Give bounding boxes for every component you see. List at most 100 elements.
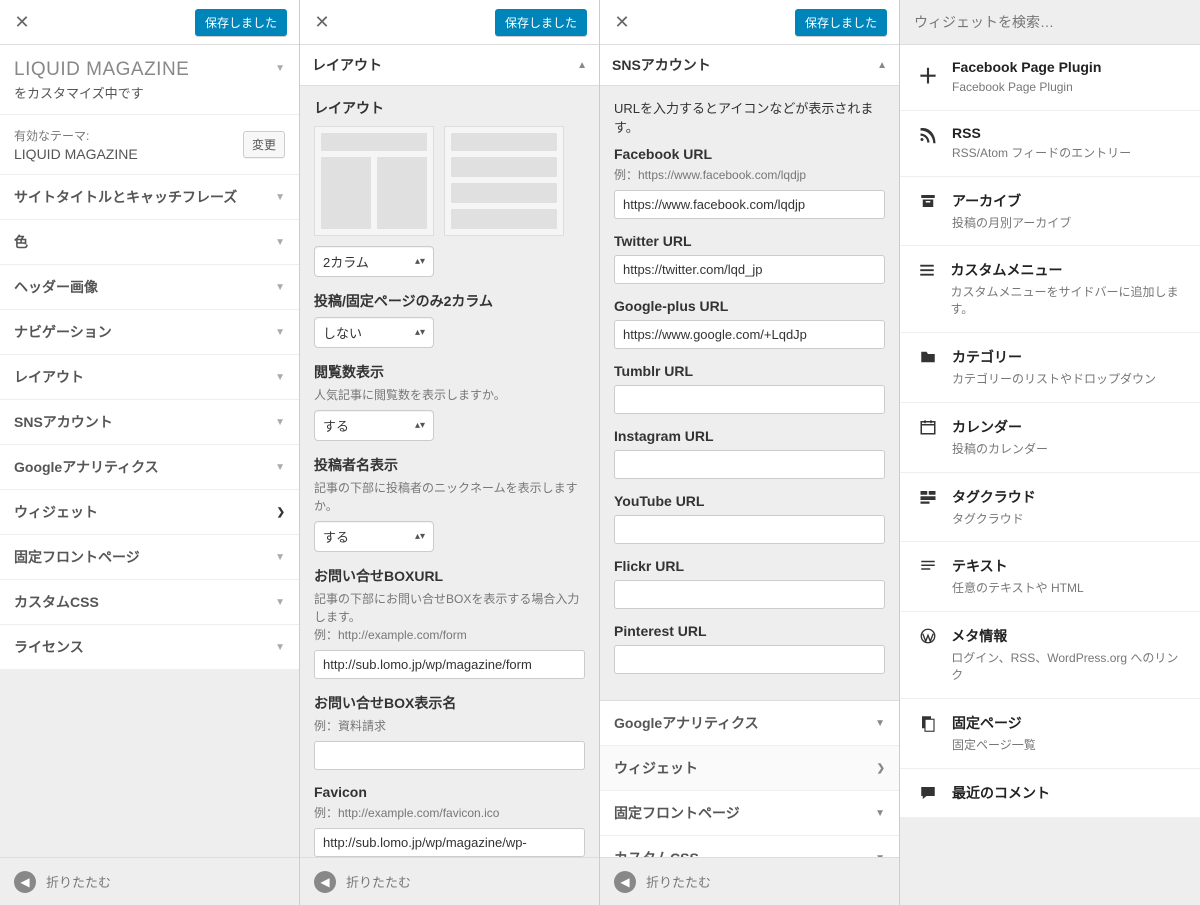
chevron-down-icon: ▼: [275, 417, 285, 428]
sidebar-item[interactable]: SNSアカウント ▼: [0, 400, 299, 445]
widget-item[interactable]: ＋ Facebook Page PluginFacebook Page Plug…: [900, 45, 1200, 111]
close-icon[interactable]: ✕: [12, 12, 32, 32]
widget-item[interactable]: メタ情報ログイン、RSS、WordPress.org へのリンク: [900, 612, 1200, 699]
collapse-icon: ◀: [314, 871, 336, 893]
views-desc: 人気記事に閲覧数を表示しますか。: [314, 386, 585, 404]
close-icon[interactable]: ✕: [312, 12, 332, 32]
＋-icon: ＋: [918, 59, 938, 96]
yt-input[interactable]: [614, 515, 885, 544]
contact-name-label: お問い合せBOX表示名: [314, 693, 585, 713]
widget-desc: タグクラウド: [952, 511, 1036, 528]
section-item-label: 固定フロントページ: [614, 803, 740, 823]
favicon-input[interactable]: [314, 828, 585, 857]
section-header-layout[interactable]: レイアウト ▲: [300, 45, 599, 86]
author-desc: 記事の下部に投稿者のニックネームを表示しますか。: [314, 479, 585, 515]
chevron-down-icon: ▼: [275, 192, 285, 203]
post-2col-select[interactable]: しない▴▾: [314, 317, 434, 348]
widget-title: メタ情報: [951, 626, 1182, 646]
active-theme-block: 有効なテーマ: LIQUID MAGAZINE 変更: [0, 115, 299, 175]
widget-title: カスタムメニュー: [950, 260, 1182, 280]
gp-input[interactable]: [614, 320, 885, 349]
widget-item[interactable]: カテゴリーカテゴリーのリストやドロップダウン: [900, 333, 1200, 403]
contact-name-desc: 例：資料請求: [314, 717, 585, 735]
collapse-icon: ◀: [14, 871, 36, 893]
section-item[interactable]: Googleアナリティクス▼: [600, 701, 899, 746]
author-select[interactable]: する▴▾: [314, 521, 434, 552]
sidebar-item[interactable]: Googleアナリティクス▼: [0, 445, 299, 490]
sidebar-item[interactable]: ナビゲーション▼: [0, 310, 299, 355]
widget-item[interactable]: アーカイブ投稿の月別アーカイブ: [900, 177, 1200, 247]
views-label: 閲覧数表示: [314, 362, 585, 382]
sidebar-item[interactable]: ライセンス▼: [0, 625, 299, 670]
widget-item[interactable]: テキスト任意のテキストや HTML: [900, 542, 1200, 612]
collapse-label: 折りたたむ: [46, 872, 111, 891]
contact-name-input[interactable]: [314, 741, 585, 770]
sidebar-item[interactable]: 色▼: [0, 220, 299, 265]
section-item[interactable]: カスタムCSS▼: [600, 836, 899, 857]
sidebar-item[interactable]: ヘッダー画像▼: [0, 265, 299, 310]
ig-input[interactable]: [614, 450, 885, 479]
widget-item[interactable]: タグクラウドタグクラウド: [900, 473, 1200, 543]
active-theme-name: LIQUID MAGAZINE: [14, 146, 138, 162]
rss-icon: [918, 125, 938, 162]
widget-desc: 任意のテキストや HTML: [952, 580, 1084, 597]
collapse-footer[interactable]: ◀ 折りたたむ: [300, 857, 599, 905]
tw-input[interactable]: [614, 255, 885, 284]
pi-input[interactable]: [614, 645, 885, 674]
views-select[interactable]: する▴▾: [314, 410, 434, 441]
column-select[interactable]: 2カラム▴▾: [314, 246, 434, 277]
sidebar-item[interactable]: 固定フロントページ▼: [0, 535, 299, 580]
widget-desc: カテゴリーのリストやドロップダウン: [952, 371, 1156, 388]
chevron-up-icon: ▲: [877, 60, 887, 71]
layout-thumb-1col[interactable]: [444, 126, 564, 236]
widget-title: アーカイブ: [952, 191, 1071, 211]
fb-desc: 例：https://www.facebook.com/lqdjp: [614, 166, 885, 184]
section-item[interactable]: 固定フロントページ ▼: [600, 791, 899, 836]
contact-url-input[interactable]: [314, 650, 585, 679]
layout-label: レイアウト: [314, 98, 585, 118]
saved-button[interactable]: 保存しました: [195, 9, 287, 36]
fl-input[interactable]: [614, 580, 885, 609]
widget-item[interactable]: 最近のコメント: [900, 769, 1200, 818]
widget-item[interactable]: カスタムメニューカスタムメニューをサイドバーに追加します。: [900, 246, 1200, 333]
fb-input[interactable]: [614, 190, 885, 219]
collapse-label: 折りたたむ: [646, 872, 711, 891]
collapse-footer[interactable]: ◀ 折りたたむ: [600, 857, 899, 905]
sidebar-item-label: SNSアカウント: [14, 412, 113, 432]
chevron-down-icon: ▼: [875, 808, 885, 819]
sidebar-item[interactable]: ウィジェット❯: [0, 490, 299, 535]
chevron-down-icon: ▼: [275, 462, 285, 473]
tm-label: Tumblr URL: [614, 363, 885, 379]
widget-desc: 投稿のカレンダー: [952, 441, 1048, 458]
widget-item[interactable]: RSSRSS/Atom フィードのエントリー: [900, 111, 1200, 177]
chevron-down-icon: ▼: [275, 237, 285, 248]
section-item[interactable]: ウィジェット❯: [600, 746, 899, 791]
saved-button[interactable]: 保存しました: [495, 9, 587, 36]
section-header-sns[interactable]: SNSアカウント ▲: [600, 45, 899, 86]
widget-library-panel: ＋ Facebook Page PluginFacebook Page Plug…: [900, 0, 1200, 905]
widget-item[interactable]: 固定ページ固定ページ一覧: [900, 699, 1200, 769]
tm-input[interactable]: [614, 385, 885, 414]
widget-desc: ログイン、RSS、WordPress.org へのリンク: [951, 650, 1182, 684]
sidebar-item[interactable]: レイアウト▼: [0, 355, 299, 400]
saved-button[interactable]: 保存しました: [795, 9, 887, 36]
chevron-down-icon: ▼: [275, 552, 285, 563]
widget-desc: RSS/Atom フィードのエントリー: [952, 145, 1131, 162]
widget-search-input[interactable]: [914, 8, 1186, 36]
close-icon[interactable]: ✕: [612, 12, 632, 32]
widget-title: Facebook Page Plugin: [952, 59, 1101, 75]
sidebar-item[interactable]: カスタムCSS▼: [0, 580, 299, 625]
collapse-label: 折りたたむ: [346, 872, 411, 891]
collapse-footer[interactable]: ◀ 折りたたむ: [0, 857, 299, 905]
change-theme-button[interactable]: 変更: [243, 131, 285, 158]
wp-icon: [918, 626, 937, 684]
favicon-desc: 例：http://example.com/favicon.ico: [314, 804, 585, 822]
customizer-panel-main: ✕ 保存しました LIQUID MAGAZINE をカスタマイズ中です ▼ 有効…: [0, 0, 300, 905]
layout-thumb-2col[interactable]: [314, 126, 434, 236]
author-label: 投稿者名表示: [314, 455, 585, 475]
widget-item[interactable]: カレンダー投稿のカレンダー: [900, 403, 1200, 473]
widget-title: タグクラウド: [952, 487, 1036, 507]
section-item-label: ウィジェット: [614, 758, 698, 778]
sidebar-item[interactable]: サイトタイトルとキャッチフレーズ▼: [0, 175, 299, 220]
page-icon: [918, 713, 938, 754]
